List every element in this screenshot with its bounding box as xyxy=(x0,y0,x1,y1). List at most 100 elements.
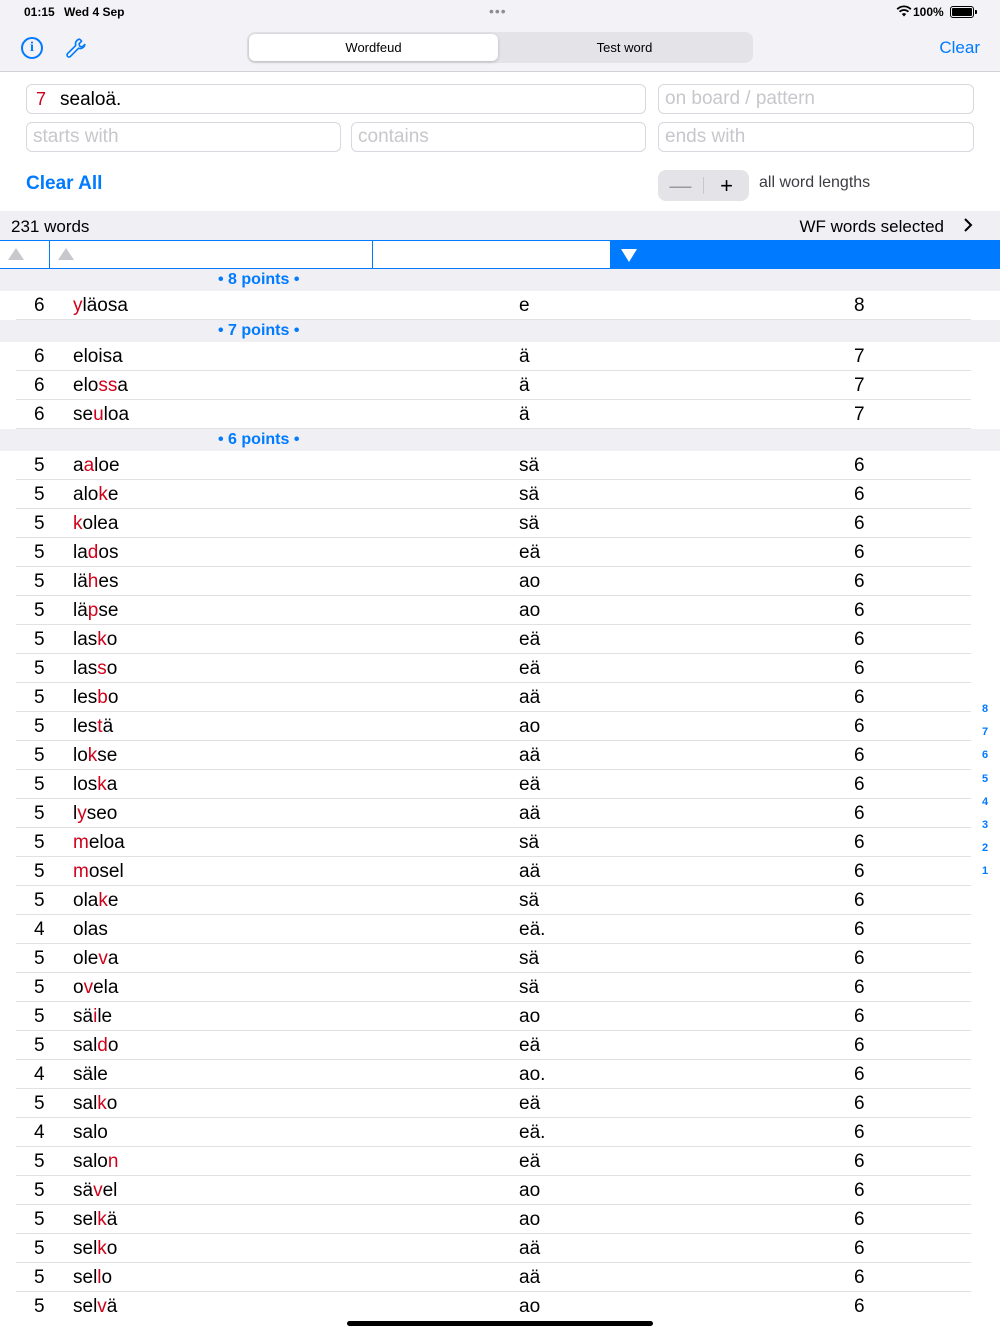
section-index[interactable]: 87654321 xyxy=(979,703,991,889)
starts-with-input[interactable]: starts with xyxy=(26,122,341,152)
word-row[interactable]: 5 lestä ao 6 xyxy=(0,712,1000,741)
word-row[interactable]: 5 säile ao 6 xyxy=(0,1002,1000,1031)
word-row[interactable]: 4 säle ao. 6 xyxy=(0,1060,1000,1089)
word-part: a xyxy=(106,774,118,795)
word-length: 5 xyxy=(34,455,45,476)
clear-button[interactable]: Clear xyxy=(939,38,980,58)
word-points: 6 xyxy=(854,1209,865,1230)
ends-with-input[interactable]: ends with xyxy=(658,122,974,152)
word-row[interactable]: 6 yläosa e 8 xyxy=(0,291,1000,320)
word-row[interactable]: 5 salko eä 6 xyxy=(0,1089,1000,1118)
word-points: 6 xyxy=(854,542,865,563)
word-row[interactable]: 5 lesbo aä 6 xyxy=(0,683,1000,712)
remaining-letters: eä xyxy=(519,774,541,795)
word-row[interactable]: 5 salon eä 6 xyxy=(0,1147,1000,1176)
word-row[interactable]: 5 aaloe sä 6 xyxy=(0,451,1000,480)
pattern-input[interactable]: on board / pattern xyxy=(658,84,974,114)
index-entry[interactable]: 2 xyxy=(979,842,991,865)
info-icon[interactable]: i xyxy=(21,37,43,59)
word-row[interactable]: 4 salo eä. 6 xyxy=(0,1118,1000,1147)
word-text: selkä xyxy=(73,1209,117,1231)
word-part: eloa xyxy=(88,832,125,853)
clear-all-button[interactable]: Clear All xyxy=(26,173,102,195)
segment-test-word[interactable]: Test word xyxy=(500,34,749,61)
word-row[interactable]: 5 selkä ao 6 xyxy=(0,1205,1000,1234)
multitasking-dots[interactable]: ••• xyxy=(489,3,507,19)
home-indicator[interactable] xyxy=(347,1321,653,1326)
word-length: 5 xyxy=(34,977,45,998)
word-part: la xyxy=(73,542,88,563)
word-row[interactable]: 5 lados eä 6 xyxy=(0,538,1000,567)
word-row[interactable]: 6 elossa ä 7 xyxy=(0,371,1000,400)
sort-ascending-icon xyxy=(58,248,74,260)
word-text: kolea xyxy=(73,513,118,535)
word-length: 5 xyxy=(34,1209,45,1230)
word-text: säle xyxy=(73,1064,108,1086)
index-entry[interactable]: 5 xyxy=(979,773,991,796)
word-row[interactable]: 5 ovela sä 6 xyxy=(0,973,1000,1002)
word-part: ä xyxy=(106,1296,118,1317)
word-row[interactable]: 5 lähes ao 6 xyxy=(0,567,1000,596)
chevron-right-icon[interactable] xyxy=(962,217,974,233)
word-part: os xyxy=(98,542,119,563)
summary-bar[interactable]: 231 words WF words selected xyxy=(0,211,1000,240)
word-row[interactable]: 5 oleva sä 6 xyxy=(0,944,1000,973)
word-row[interactable]: 5 läpse ao 6 xyxy=(0,596,1000,625)
sort-remaining-column[interactable] xyxy=(373,241,611,268)
index-entry[interactable]: 4 xyxy=(979,796,991,819)
index-entry[interactable]: 6 xyxy=(979,749,991,772)
word-text: salo xyxy=(73,1122,108,1144)
index-entry[interactable]: 3 xyxy=(979,819,991,842)
nav-bar: i Wordfeud Test word Clear xyxy=(0,24,1000,72)
word-list: • 8 points • 6 yläosa e 8 • 7 points • 6 eloisa… xyxy=(0,269,1000,1321)
word-row[interactable]: 5 kolea sä 6 xyxy=(0,509,1000,538)
mode-segmented-control: Wordfeud Test word xyxy=(247,32,753,63)
word-highlight: v xyxy=(83,977,94,998)
sort-bar xyxy=(0,240,1000,269)
word-row[interactable]: 5 saldo eä 6 xyxy=(0,1031,1000,1060)
word-count: 231 words xyxy=(11,217,90,236)
word-length: 5 xyxy=(34,803,45,824)
index-entry[interactable]: 8 xyxy=(979,703,991,726)
sort-length-column[interactable] xyxy=(0,241,50,268)
word-row[interactable]: 5 lyseo aä 6 xyxy=(0,799,1000,828)
word-row[interactable]: 5 selko aä 6 xyxy=(0,1234,1000,1263)
sort-points-column[interactable] xyxy=(611,241,1000,268)
word-row[interactable]: 5 aloke sä 6 xyxy=(0,480,1000,509)
word-row[interactable]: 6 seuloa ä 7 xyxy=(0,400,1000,429)
wrench-icon[interactable] xyxy=(64,36,88,60)
ends-with-placeholder: ends with xyxy=(665,126,746,147)
wf-words-selected[interactable]: WF words selected xyxy=(799,217,944,237)
word-text: lesbo xyxy=(73,687,118,709)
word-points: 6 xyxy=(854,571,865,592)
word-part: eloisa xyxy=(73,346,123,367)
word-row[interactable]: 5 sävel ao 6 xyxy=(0,1176,1000,1205)
index-entry[interactable]: 1 xyxy=(979,865,991,888)
stepper-plus-button[interactable]: + xyxy=(704,170,749,201)
word-row[interactable]: 5 sello aä 6 xyxy=(0,1263,1000,1292)
stepper-minus-button[interactable]: — xyxy=(658,170,703,201)
word-row[interactable]: 5 selvä ao 6 xyxy=(0,1292,1000,1321)
word-row[interactable]: 4 olas eä. 6 xyxy=(0,915,1000,944)
segment-wordfeud[interactable]: Wordfeud xyxy=(249,34,498,61)
remaining-letters: ao xyxy=(519,1006,541,1027)
word-part: loe xyxy=(94,455,120,476)
word-row[interactable]: 5 olake sä 6 xyxy=(0,886,1000,915)
word-row[interactable]: 5 mosel aä 6 xyxy=(0,857,1000,886)
word-text: lasso xyxy=(73,658,117,680)
sort-word-column[interactable] xyxy=(50,241,373,268)
index-entry[interactable]: 7 xyxy=(979,726,991,749)
word-row[interactable]: 5 lokse aä 6 xyxy=(0,741,1000,770)
word-row[interactable]: 6 eloisa ä 7 xyxy=(0,342,1000,371)
word-length: 5 xyxy=(34,1093,45,1114)
letters-input[interactable]: 7 sealoä. xyxy=(26,84,646,114)
battery-percentage: 100% xyxy=(913,5,944,19)
contains-input[interactable]: contains xyxy=(351,122,646,152)
remaining-letters: eä xyxy=(519,1093,541,1114)
word-text: salko xyxy=(73,1093,117,1115)
word-row[interactable]: 5 loska eä 6 xyxy=(0,770,1000,799)
word-row[interactable]: 5 lasso eä 6 xyxy=(0,654,1000,683)
word-row[interactable]: 5 meloa sä 6 xyxy=(0,828,1000,857)
word-highlight: p xyxy=(87,600,99,621)
word-row[interactable]: 5 lasko eä 6 xyxy=(0,625,1000,654)
